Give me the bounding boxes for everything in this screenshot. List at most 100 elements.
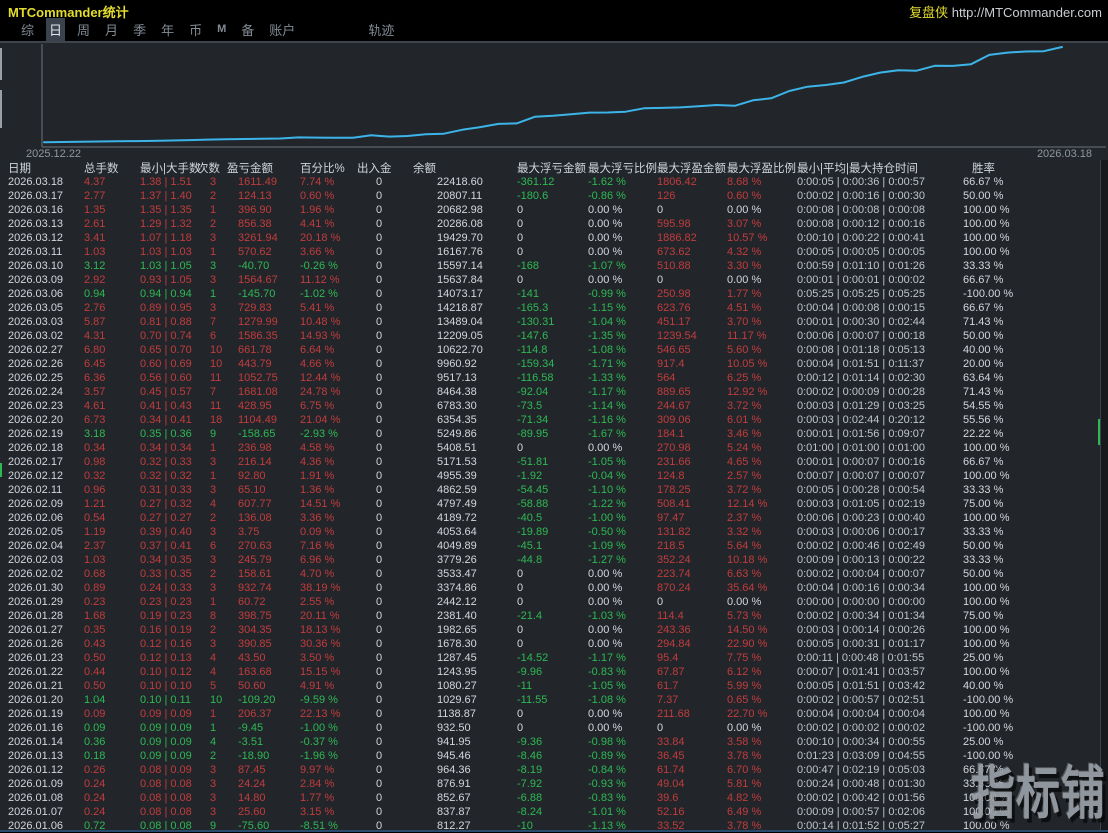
- table-row[interactable]: 2026.03.17 2.77 1.37 | 1.40 2 124.13 0.60 % 0 2…: [0, 189, 1100, 203]
- cell-pnl: 1279.99: [238, 316, 278, 328]
- cell-pnl: 443.79: [238, 358, 272, 370]
- cell-pnl: 428.95: [238, 400, 272, 412]
- table-row[interactable]: 2026.02.20 6.73 0.34 | 0.41 18 1104.49 21.04 …: [0, 413, 1100, 427]
- cell-win-rate: -100.00 %: [963, 722, 1014, 734]
- tab-currency[interactable]: 币: [186, 18, 205, 41]
- table-row[interactable]: 2026.02.03 1.03 0.34 | 0.35 3 245.79 6.96 % 0 3…: [0, 553, 1100, 567]
- cell-max-float-loss-pct: -1.17 %: [588, 386, 626, 398]
- cell-balance: 1982.65: [437, 624, 477, 636]
- table-row[interactable]: 2026.01.27 0.35 0.16 | 0.19 2 304.35 18.13 % 0…: [0, 623, 1100, 637]
- cell-times: 3: [210, 526, 217, 538]
- cell-max-float-loss-pct: -1.05 %: [588, 680, 626, 692]
- cell-win-rate: 100.00 %: [963, 204, 1010, 216]
- tab-account[interactable]: 账户: [266, 18, 298, 41]
- table-row[interactable]: 2026.03.03 5.87 0.81 | 0.88 7 1279.99 10.48 %…: [0, 315, 1100, 329]
- cell-balance: 2442.12: [437, 596, 477, 608]
- table-row[interactable]: 2026.03.11 1.03 1.03 | 1.03 1 570.62 3.66 % 0 1…: [0, 245, 1100, 259]
- cell-total-lots: 1.03: [84, 246, 106, 258]
- table-row[interactable]: 2026.03.06 0.94 0.94 | 0.94 1 -145.70 -1.02 %…: [0, 287, 1100, 301]
- cell-win-rate: 40.00 %: [963, 344, 1004, 356]
- cell-max-float-loss: -9.36: [517, 736, 543, 748]
- table-row[interactable]: 2026.01.20 1.04 0.10 | 0.11 10 -109.20 -9.59 …: [0, 693, 1100, 707]
- cell-pnl: 65.10: [238, 484, 266, 496]
- cell-max-float-loss-pct: -1.09 %: [588, 540, 626, 552]
- table-row[interactable]: 2026.01.16 0.09 0.09 | 0.09 1 -9.45 -1.00 % 0 9…: [0, 721, 1100, 735]
- table-row[interactable]: 2026.03.16 1.35 1.35 | 1.35 1 396.90 1.96 % 0 2…: [0, 203, 1100, 217]
- table-row[interactable]: 2026.01.29 0.23 0.23 | 0.23 1 60.72 2.55 % 0 24…: [0, 595, 1100, 609]
- table-row[interactable]: 2026.01.08 0.24 0.08 | 0.08 3 14.80 1.77 % 0 85…: [0, 791, 1100, 805]
- cell-total-lots: 0.36: [84, 736, 106, 748]
- tab-year[interactable]: 年: [158, 18, 177, 41]
- tab-m[interactable]: M: [214, 21, 229, 37]
- tab-zong[interactable]: 综: [18, 18, 37, 41]
- table-row[interactable]: 2026.01.19 0.09 0.09 | 0.09 1 206.37 22.13 % 0…: [0, 707, 1100, 721]
- cell-win-rate: 33.33 %: [963, 260, 1004, 272]
- table-row[interactable]: 2026.03.18 4.37 1.38 | 1.51 3 1611.49 7.74 % 0…: [0, 175, 1100, 189]
- table-row[interactable]: 2026.02.27 6.80 0.65 | 0.70 10 661.78 6.64 % 0…: [0, 343, 1100, 357]
- chart-start-date-label: 2025.12.22: [26, 148, 82, 160]
- table-row[interactable]: 2026.02.18 0.34 0.34 | 0.34 1 236.98 4.58 % 0 5…: [0, 441, 1100, 455]
- cell-date: 2026.01.21: [8, 680, 64, 692]
- table-row[interactable]: 2026.02.25 6.36 0.56 | 0.60 11 1052.75 12.44 …: [0, 371, 1100, 385]
- cell-deposit: 0: [376, 386, 383, 398]
- cell-min-max-lots: 0.09 | 0.09: [140, 736, 192, 748]
- tab-month[interactable]: 月: [102, 18, 121, 41]
- brand-url[interactable]: http://MTCommander.com: [952, 5, 1102, 20]
- table-row[interactable]: 2026.01.14 0.36 0.09 | 0.09 4 -3.51 -0.37 % 0 9…: [0, 735, 1100, 749]
- title-bar: MTCommander统计 复盘侠 http://MTCommander.com: [0, 0, 1108, 20]
- table-row[interactable]: 2026.01.26 0.43 0.12 | 0.16 3 390.85 30.36 % 0…: [0, 637, 1100, 651]
- table-row[interactable]: 2026.02.12 0.32 0.32 | 0.32 1 92.80 1.91 % 0 49…: [0, 469, 1100, 483]
- cell-percent: 1.96 %: [300, 204, 335, 216]
- table-row[interactable]: 2026.03.13 2.61 1.29 | 1.32 2 856.38 4.41 % 0 2…: [0, 217, 1100, 231]
- right-scrollbar-track[interactable]: [1100, 160, 1108, 832]
- table-row[interactable]: 2026.03.02 4.31 0.70 | 0.74 6 1586.35 14.93 %…: [0, 329, 1100, 343]
- table-row[interactable]: 2026.02.04 2.37 0.37 | 0.41 6 270.63 7.16 % 0 4…: [0, 539, 1100, 553]
- tab-backup[interactable]: 备: [238, 18, 257, 41]
- table-row[interactable]: 2026.01.13 0.18 0.09 | 0.09 2 -18.90 -1.96 % 0…: [0, 749, 1100, 763]
- table-row[interactable]: 2026.02.02 0.68 0.33 | 0.35 2 158.61 4.70 % 0 3…: [0, 567, 1100, 581]
- cell-max-float-profit: 595.98: [657, 218, 691, 230]
- table-row[interactable]: 2026.02.06 0.54 0.27 | 0.27 2 136.08 3.36 % 0 4…: [0, 511, 1100, 525]
- table-row[interactable]: 2026.02.17 0.98 0.32 | 0.33 3 216.14 4.36 % 0 5…: [0, 455, 1100, 469]
- cell-hold-time: 0:00:05 | 0:00:31 | 0:01:17: [797, 638, 926, 650]
- cell-max-float-loss-pct: 0.00 %: [588, 638, 623, 650]
- table-row[interactable]: 2026.01.22 0.44 0.10 | 0.12 4 163.68 15.15 % 0…: [0, 665, 1100, 679]
- table-row[interactable]: 2026.02.23 4.61 0.41 | 0.43 11 428.95 6.75 % 0…: [0, 399, 1100, 413]
- tab-day-active[interactable]: 日: [46, 17, 66, 41]
- table-row[interactable]: 2026.01.28 1.68 0.19 | 0.23 8 398.75 20.11 % 0…: [0, 609, 1100, 623]
- cell-balance: 20286.08: [437, 218, 483, 230]
- stats-panel: 2025.12.22 2026.03.18 日期 总手数 最小|大手数 次数 盈…: [0, 41, 1108, 832]
- table-row[interactable]: 2026.01.21 0.50 0.10 | 0.10 5 50.60 4.91 % 0 10…: [0, 679, 1100, 693]
- cell-win-rate: 50.00 %: [963, 330, 1004, 342]
- table-row[interactable]: 2026.01.12 0.26 0.08 | 0.09 3 87.45 9.97 % 0 96…: [0, 763, 1100, 777]
- table-row[interactable]: 2026.02.09 1.21 0.27 | 0.32 4 607.77 14.51 % 0…: [0, 497, 1100, 511]
- table-row[interactable]: 2026.02.11 0.96 0.31 | 0.33 3 65.10 1.36 % 0 48…: [0, 483, 1100, 497]
- table-row[interactable]: 2026.02.24 3.57 0.45 | 0.57 7 1681.08 24.78 %…: [0, 385, 1100, 399]
- cell-times: 3: [210, 456, 217, 468]
- tab-quarter[interactable]: 季: [130, 18, 149, 41]
- cell-balance: 4189.72: [437, 512, 477, 524]
- tab-track[interactable]: 轨迹: [365, 18, 397, 41]
- cell-max-float-loss-pct: -1.00 %: [588, 512, 626, 524]
- table-row[interactable]: 2026.02.26 6.45 0.60 | 0.69 10 443.79 4.66 % 0…: [0, 357, 1100, 371]
- cell-max-float-profit-pct: 5.24 %: [727, 442, 762, 454]
- tab-week[interactable]: 周: [74, 18, 93, 41]
- table-row[interactable]: 2026.03.12 3.41 1.07 | 1.18 3 3261.94 20.18 %…: [0, 231, 1100, 245]
- table-row[interactable]: 2026.01.07 0.24 0.08 | 0.08 3 25.60 3.15 % 0 83…: [0, 805, 1100, 819]
- cell-times: 1: [210, 442, 217, 454]
- table-row[interactable]: 2026.01.30 0.89 0.24 | 0.33 3 932.74 38.19 % 0…: [0, 581, 1100, 595]
- cell-max-float-loss: -71.34: [517, 414, 549, 426]
- cell-max-float-loss-pct: 0.00 %: [588, 708, 623, 720]
- table-row[interactable]: 2026.03.05 2.76 0.89 | 0.95 3 729.83 5.41 % 0 1…: [0, 301, 1100, 315]
- table-row[interactable]: 2026.02.05 1.19 0.39 | 0.40 3 3.75 0.09 % 0 405…: [0, 525, 1100, 539]
- table-row[interactable]: 2026.03.09 2.92 0.93 | 1.05 3 1564.67 11.12 %…: [0, 273, 1100, 287]
- cell-hold-time: 0:00:05 | 0:00:28 | 0:00:54: [797, 484, 926, 496]
- table-row[interactable]: 2026.02.19 3.18 0.35 | 0.36 9 -158.65 -2.93 %…: [0, 427, 1100, 441]
- cell-win-rate: 66.67 %: [963, 302, 1004, 314]
- table-row[interactable]: 2026.01.09 0.24 0.08 | 0.08 3 24.24 2.84 % 0 87…: [0, 777, 1100, 791]
- table-row[interactable]: 2026.03.10 3.12 1.03 | 1.05 3 -40.70 -0.26 % 0…: [0, 259, 1100, 273]
- table-row[interactable]: 2026.01.23 0.50 0.12 | 0.13 4 43.50 3.50 % 0 12…: [0, 651, 1100, 665]
- cell-max-float-profit-pct: 0.00 %: [727, 722, 762, 734]
- cell-max-float-loss: -40.5: [517, 512, 543, 524]
- cell-balance: 1678.30: [437, 638, 477, 650]
